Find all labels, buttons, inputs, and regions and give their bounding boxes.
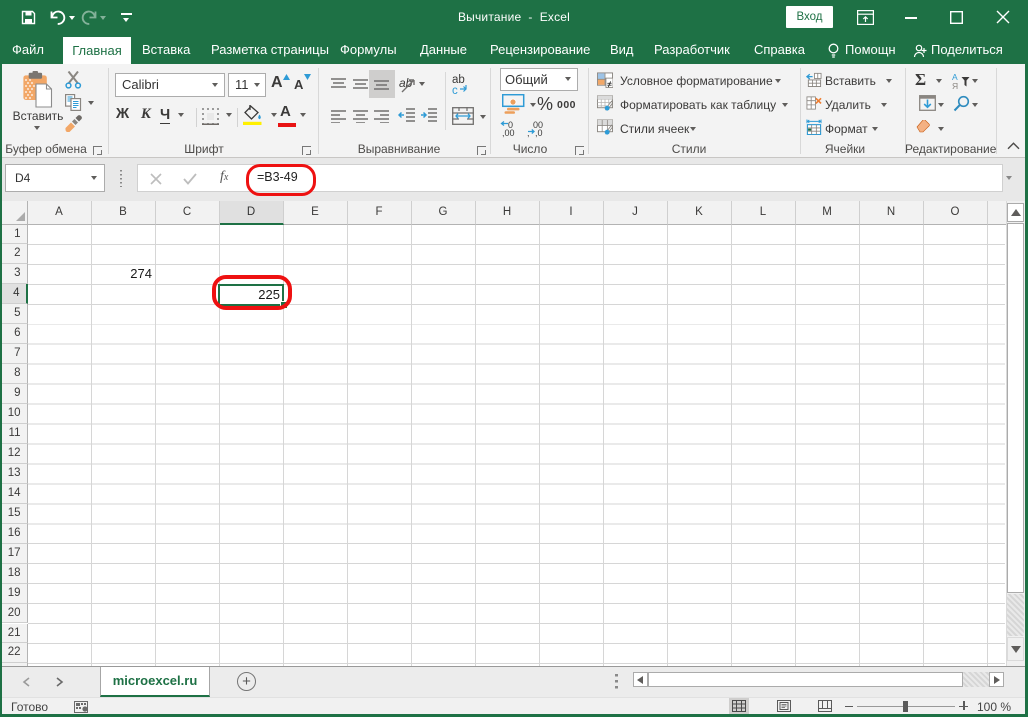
svg-text:,00: ,00 [502, 128, 515, 138]
svg-text:Я: Я [952, 81, 958, 90]
svg-text:,0: ,0 [535, 128, 543, 138]
svg-text:c: c [452, 85, 458, 95]
svg-text:,: , [527, 128, 530, 138]
